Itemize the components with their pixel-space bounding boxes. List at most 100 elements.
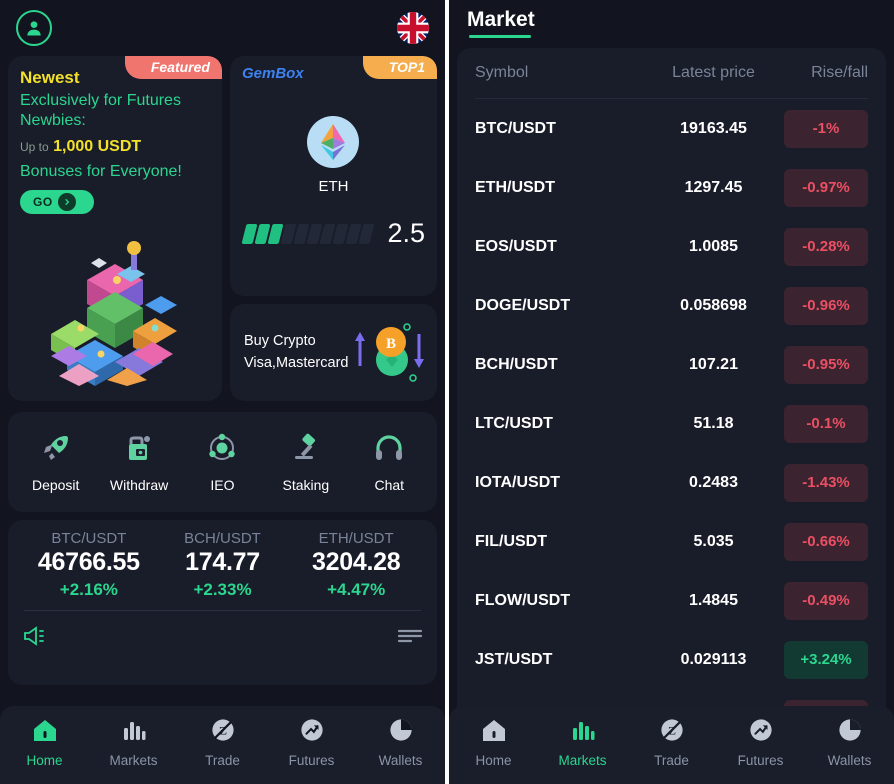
- uk-flag-icon[interactable]: [397, 12, 429, 44]
- quick-action-withdraw[interactable]: Withdraw: [100, 432, 178, 493]
- trade-circle-icon: Z: [210, 718, 236, 747]
- nav-item-home[interactable]: Home: [454, 718, 534, 768]
- status-badge: -0.49%: [784, 581, 868, 620]
- row-symbol: LTC/USDT: [475, 414, 553, 432]
- featured-promo-card[interactable]: Featured Newest Exclusively for Futures …: [8, 56, 222, 401]
- row-symbol: ETH/USDT: [475, 178, 555, 196]
- row-symbol: FLOW/USDT: [475, 591, 571, 609]
- market-header: Market: [449, 0, 894, 48]
- row-symbol: EOS/USDT: [475, 237, 557, 255]
- promo-cards-row: Featured Newest Exclusively for Futures …: [0, 56, 445, 404]
- quick-action-label: IEO: [210, 476, 235, 493]
- trade-circle-icon: Z: [659, 718, 685, 747]
- market-table: Symbol Latest price Rise/fall BTC/USDT 1…: [457, 48, 886, 776]
- nav-item-trade[interactable]: Z Trade: [183, 718, 263, 768]
- column-header-change[interactable]: Rise/fall: [772, 64, 868, 82]
- quick-actions-row: Deposit Withdraw IEO Staking Chat: [8, 412, 437, 512]
- column-header-symbol[interactable]: Symbol: [475, 64, 655, 82]
- featured-go-button[interactable]: GO: [20, 190, 94, 214]
- user-avatar-icon[interactable]: [16, 10, 52, 46]
- megaphone-icon[interactable]: [22, 625, 46, 652]
- quick-action-ieo[interactable]: IEO: [183, 432, 261, 493]
- nav-label: Futures: [737, 753, 784, 768]
- nav-item-futures[interactable]: Futures: [721, 718, 801, 768]
- table-row[interactable]: BTC/USDT 19163.45 -1%: [475, 99, 868, 158]
- nav-item-markets[interactable]: Markets: [543, 718, 623, 768]
- table-row[interactable]: EOS/USDT 1.0085 -0.28%: [475, 217, 868, 276]
- ticker-item[interactable]: ETH/USDT 3204.28 +4.47%: [289, 530, 423, 600]
- table-row[interactable]: IOTA/USDT 0.2483 -1.43%: [475, 453, 868, 512]
- buy-crypto-line-1: Buy Crypto: [243, 333, 316, 350]
- quick-action-label: Chat: [374, 476, 405, 493]
- status-badge: -0.97%: [784, 168, 868, 207]
- quick-action-deposit[interactable]: Deposit: [17, 432, 95, 493]
- nav-label: Home: [26, 753, 63, 768]
- buy-crypto-inner: Buy Crypto Visa,Mastercard B: [230, 304, 437, 401]
- ticker-summary-card: BTC/USDT 46766.55 +2.16% BCH/USDT 174.77…: [8, 520, 437, 685]
- gembox-symbol: ETH: [318, 178, 349, 195]
- bars-chart-icon: [121, 718, 147, 747]
- market-screen-panel: Market Symbol Latest price Rise/fall BTC…: [449, 0, 894, 784]
- row-price: 0.029113: [680, 650, 747, 668]
- row-symbol: BTC/USDT: [475, 119, 556, 137]
- status-badge: -1.43%: [784, 463, 868, 502]
- nav-label: Markets: [558, 753, 607, 768]
- nav-item-markets[interactable]: Markets: [94, 718, 174, 768]
- active-tab-underline: [469, 35, 531, 38]
- announcement-row[interactable]: [22, 611, 423, 652]
- nav-item-futures[interactable]: Futures: [272, 718, 352, 768]
- table-row[interactable]: FLOW/USDT 1.4845 -0.49%: [475, 571, 868, 630]
- svg-text:Z: Z: [218, 724, 226, 738]
- wallet-pie-icon: [837, 718, 863, 747]
- nav-item-home[interactable]: Home: [5, 718, 85, 768]
- status-badge: -0.28%: [784, 227, 868, 266]
- bottom-navigation-market: Home Markets Z Trade Futures Wallets: [449, 706, 894, 784]
- row-change-wrap: +3.24%: [772, 640, 868, 679]
- chevron-right-icon: [57, 193, 76, 211]
- wallet-pie-icon: [388, 718, 414, 747]
- table-row[interactable]: LTC/USDT 51.18 -0.1%: [475, 394, 868, 453]
- featured-line-1: Exclusively for Futures: [20, 92, 181, 109]
- row-price: 1.4845: [689, 591, 738, 609]
- nav-label: Markets: [109, 753, 158, 768]
- row-price: 0.058698: [680, 296, 747, 314]
- list-lines-icon[interactable]: [397, 628, 423, 649]
- featured-ribbon-badge: Featured: [124, 56, 222, 79]
- top-bar: [0, 0, 445, 56]
- row-price: 107.21: [689, 355, 738, 373]
- table-row[interactable]: DOGE/USDT 0.058698 -0.96%: [475, 276, 868, 335]
- row-change-wrap: -0.96%: [772, 286, 868, 325]
- isometric-city-illustration: [35, 236, 195, 391]
- buy-crypto-card[interactable]: Buy Crypto Visa,Mastercard B: [229, 304, 437, 401]
- nav-item-wallets[interactable]: Wallets: [361, 718, 441, 768]
- nav-item-wallets[interactable]: Wallets: [810, 718, 890, 768]
- quick-action-chat[interactable]: Chat: [350, 432, 428, 493]
- table-row[interactable]: JST/USDT 0.029113 +3.24%: [475, 630, 868, 689]
- buy-crypto-text: Buy Crypto Visa,Mastercard: [244, 331, 349, 373]
- gembox-card[interactable]: TOP1 GemBox ETH 2.5: [229, 56, 437, 296]
- gembox-rating-bars: [241, 223, 377, 244]
- row-change-wrap: -0.66%: [772, 522, 868, 561]
- row-symbol: FIL/USDT: [475, 532, 547, 550]
- futures-arrow-icon: [299, 718, 325, 747]
- ticker-price: 3204.28: [312, 548, 401, 576]
- row-change-wrap: -0.95%: [772, 345, 868, 384]
- nav-item-trade[interactable]: Z Trade: [632, 718, 712, 768]
- status-badge: +3.24%: [784, 640, 868, 679]
- table-row[interactable]: ETH/USDT 1297.45 -0.97%: [475, 158, 868, 217]
- table-row[interactable]: FIL/USDT 5.035 -0.66%: [475, 512, 868, 571]
- ticker-item[interactable]: BTC/USDT 46766.55 +2.16%: [22, 530, 156, 600]
- ticker-item[interactable]: BCH/USDT 174.77 +2.33%: [156, 530, 290, 600]
- bottom-navigation-home: Home Markets Z Trade Futures Wallets: [0, 706, 445, 784]
- column-header-price[interactable]: Latest price: [655, 64, 772, 82]
- quick-action-staking[interactable]: Staking: [267, 432, 345, 493]
- down-arrow-icon: [414, 333, 424, 368]
- headset-icon: [373, 432, 405, 469]
- rocket-icon: [40, 432, 72, 469]
- ethereum-icon: [307, 116, 360, 168]
- quick-action-label: Withdraw: [109, 476, 169, 493]
- row-change-wrap: -0.49%: [772, 581, 868, 620]
- table-row[interactable]: BCH/USDT 107.21 -0.95%: [475, 335, 868, 394]
- dual-phone-screenshot: Featured Newest Exclusively for Futures …: [0, 0, 894, 784]
- ticker-pair: BTC/USDT: [51, 530, 127, 547]
